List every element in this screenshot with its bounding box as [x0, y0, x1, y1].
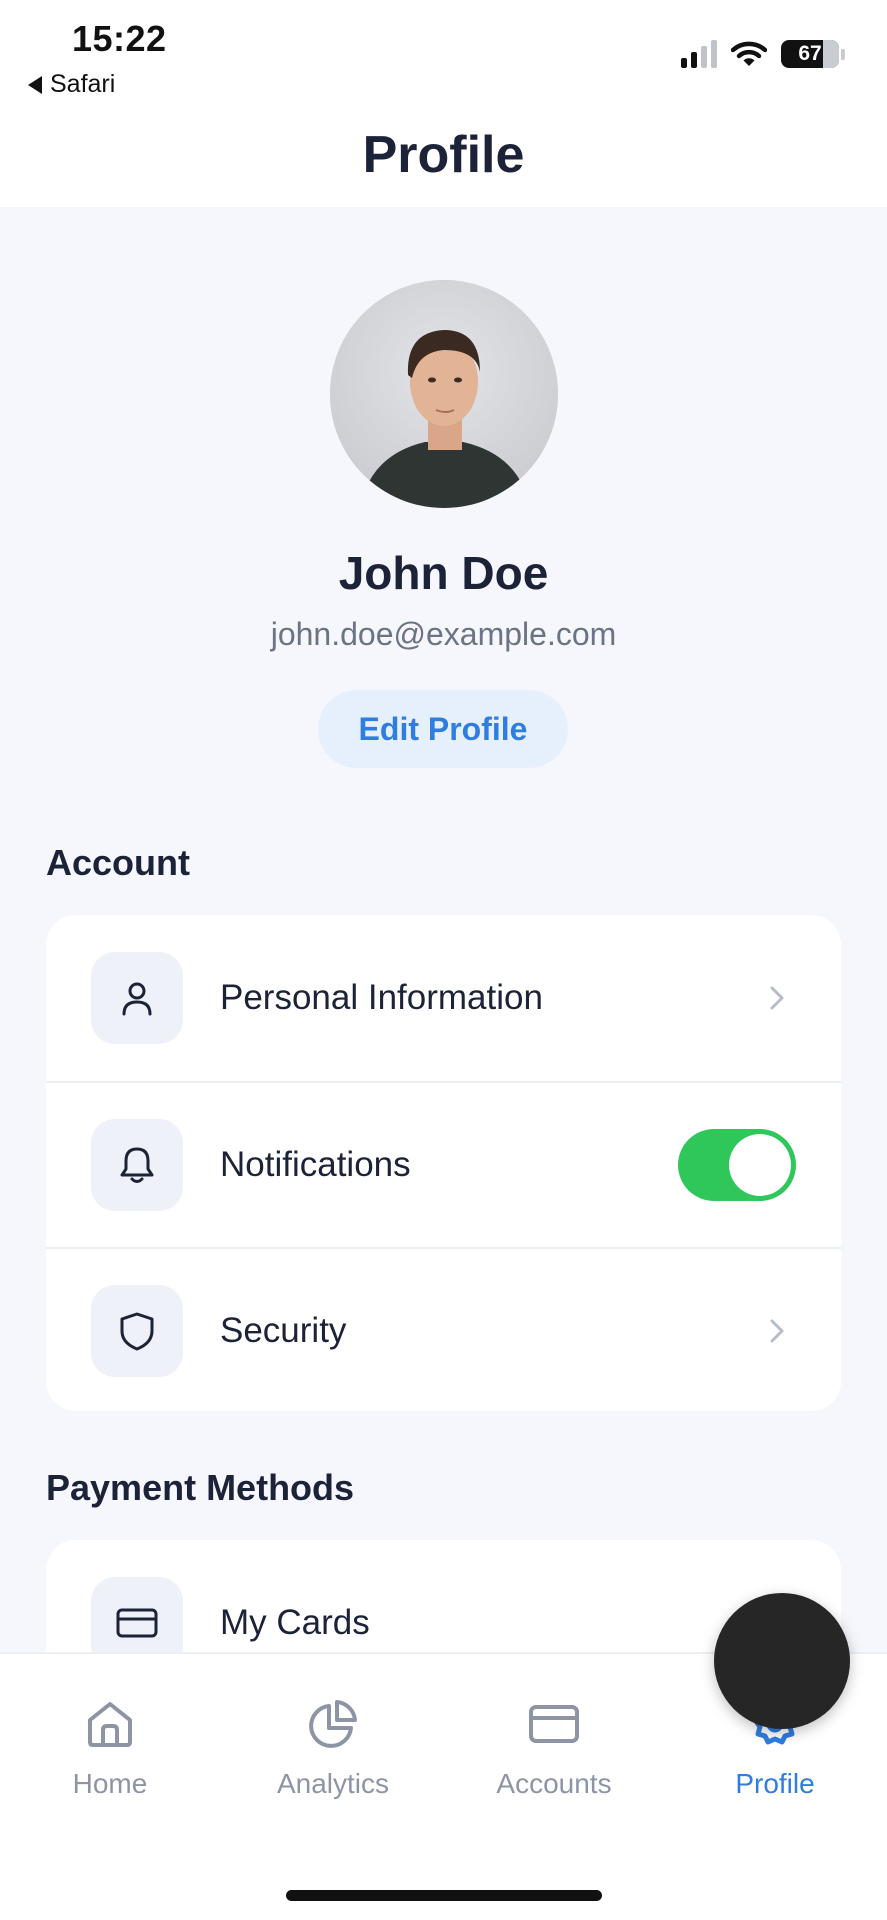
home-indicator[interactable]: [286, 1890, 602, 1901]
account-card: Personal Information Notifications Secur…: [46, 915, 841, 1411]
nav-label: Accounts: [496, 1768, 612, 1799]
back-label: Safari: [50, 70, 116, 98]
notifications-toggle[interactable]: [678, 1129, 796, 1201]
chevron-right-icon: [770, 1319, 784, 1343]
shield-icon: [91, 1285, 183, 1377]
account-row-security[interactable]: Security: [46, 1247, 841, 1411]
user-email: john.doe@example.com: [270, 616, 617, 652]
nav-label: Profile: [735, 1768, 815, 1799]
bell-icon: [91, 1119, 183, 1211]
card-icon: [529, 1705, 579, 1743]
battery-cap: [841, 48, 845, 60]
row-label: My Cards: [220, 1603, 370, 1642]
back-to-safari-link[interactable]: Safari: [28, 70, 115, 99]
chevron-right-icon: [770, 986, 784, 1010]
pie-chart-icon: [309, 1700, 357, 1748]
page-title: Profile: [362, 126, 525, 184]
account-row-personal-information[interactable]: Personal Information: [46, 915, 841, 1081]
battery-level: 67: [798, 42, 822, 65]
nav-label: Home: [72, 1768, 148, 1799]
user-name: John Doe: [338, 547, 549, 599]
avatar[interactable]: [330, 280, 558, 508]
wifi-icon: [731, 41, 767, 66]
nav-item-accounts[interactable]: Accounts: [464, 1698, 644, 1800]
account-row-notifications: Notifications: [46, 1081, 841, 1247]
row-label: Notifications: [220, 1145, 411, 1184]
avatar-photo: [330, 280, 558, 508]
account-section-title: Account: [46, 842, 190, 883]
home-icon: [88, 1702, 132, 1747]
person-icon: [91, 952, 183, 1044]
edit-profile-button[interactable]: Edit Profile: [318, 690, 568, 768]
row-label: Personal Information: [220, 978, 543, 1017]
nav-label: Analytics: [276, 1768, 390, 1799]
top-bar: 15:22 Safari 67 Profile: [0, 0, 887, 207]
row-label: Security: [220, 1311, 347, 1350]
back-arrow-icon: [28, 75, 42, 94]
nav-item-home[interactable]: Home: [20, 1698, 200, 1800]
battery-icon: 67: [781, 40, 839, 68]
toggle-knob: [729, 1134, 791, 1196]
status-icons: 67: [681, 40, 845, 68]
floating-assistive-button[interactable]: [714, 1593, 850, 1729]
nav-item-analytics[interactable]: Analytics: [243, 1698, 423, 1800]
status-time: 15:22: [72, 18, 167, 59]
payment-section-title: Payment Methods: [46, 1467, 355, 1508]
cellular-signal-icon: [681, 40, 717, 68]
